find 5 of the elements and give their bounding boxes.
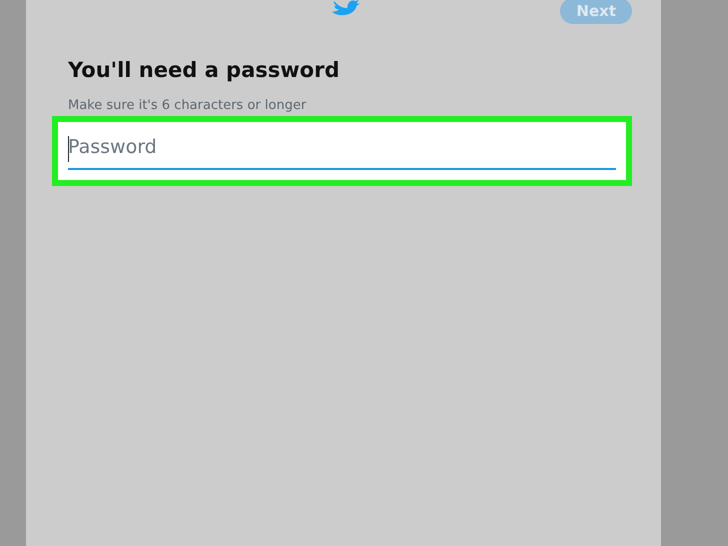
bird-icon (332, 0, 360, 16)
dialog-title: You'll need a password (68, 58, 340, 82)
text-cursor (68, 136, 69, 162)
hint-text: Make sure it's 6 characters or longer (68, 98, 308, 114)
password-field[interactable]: Password (58, 122, 626, 180)
